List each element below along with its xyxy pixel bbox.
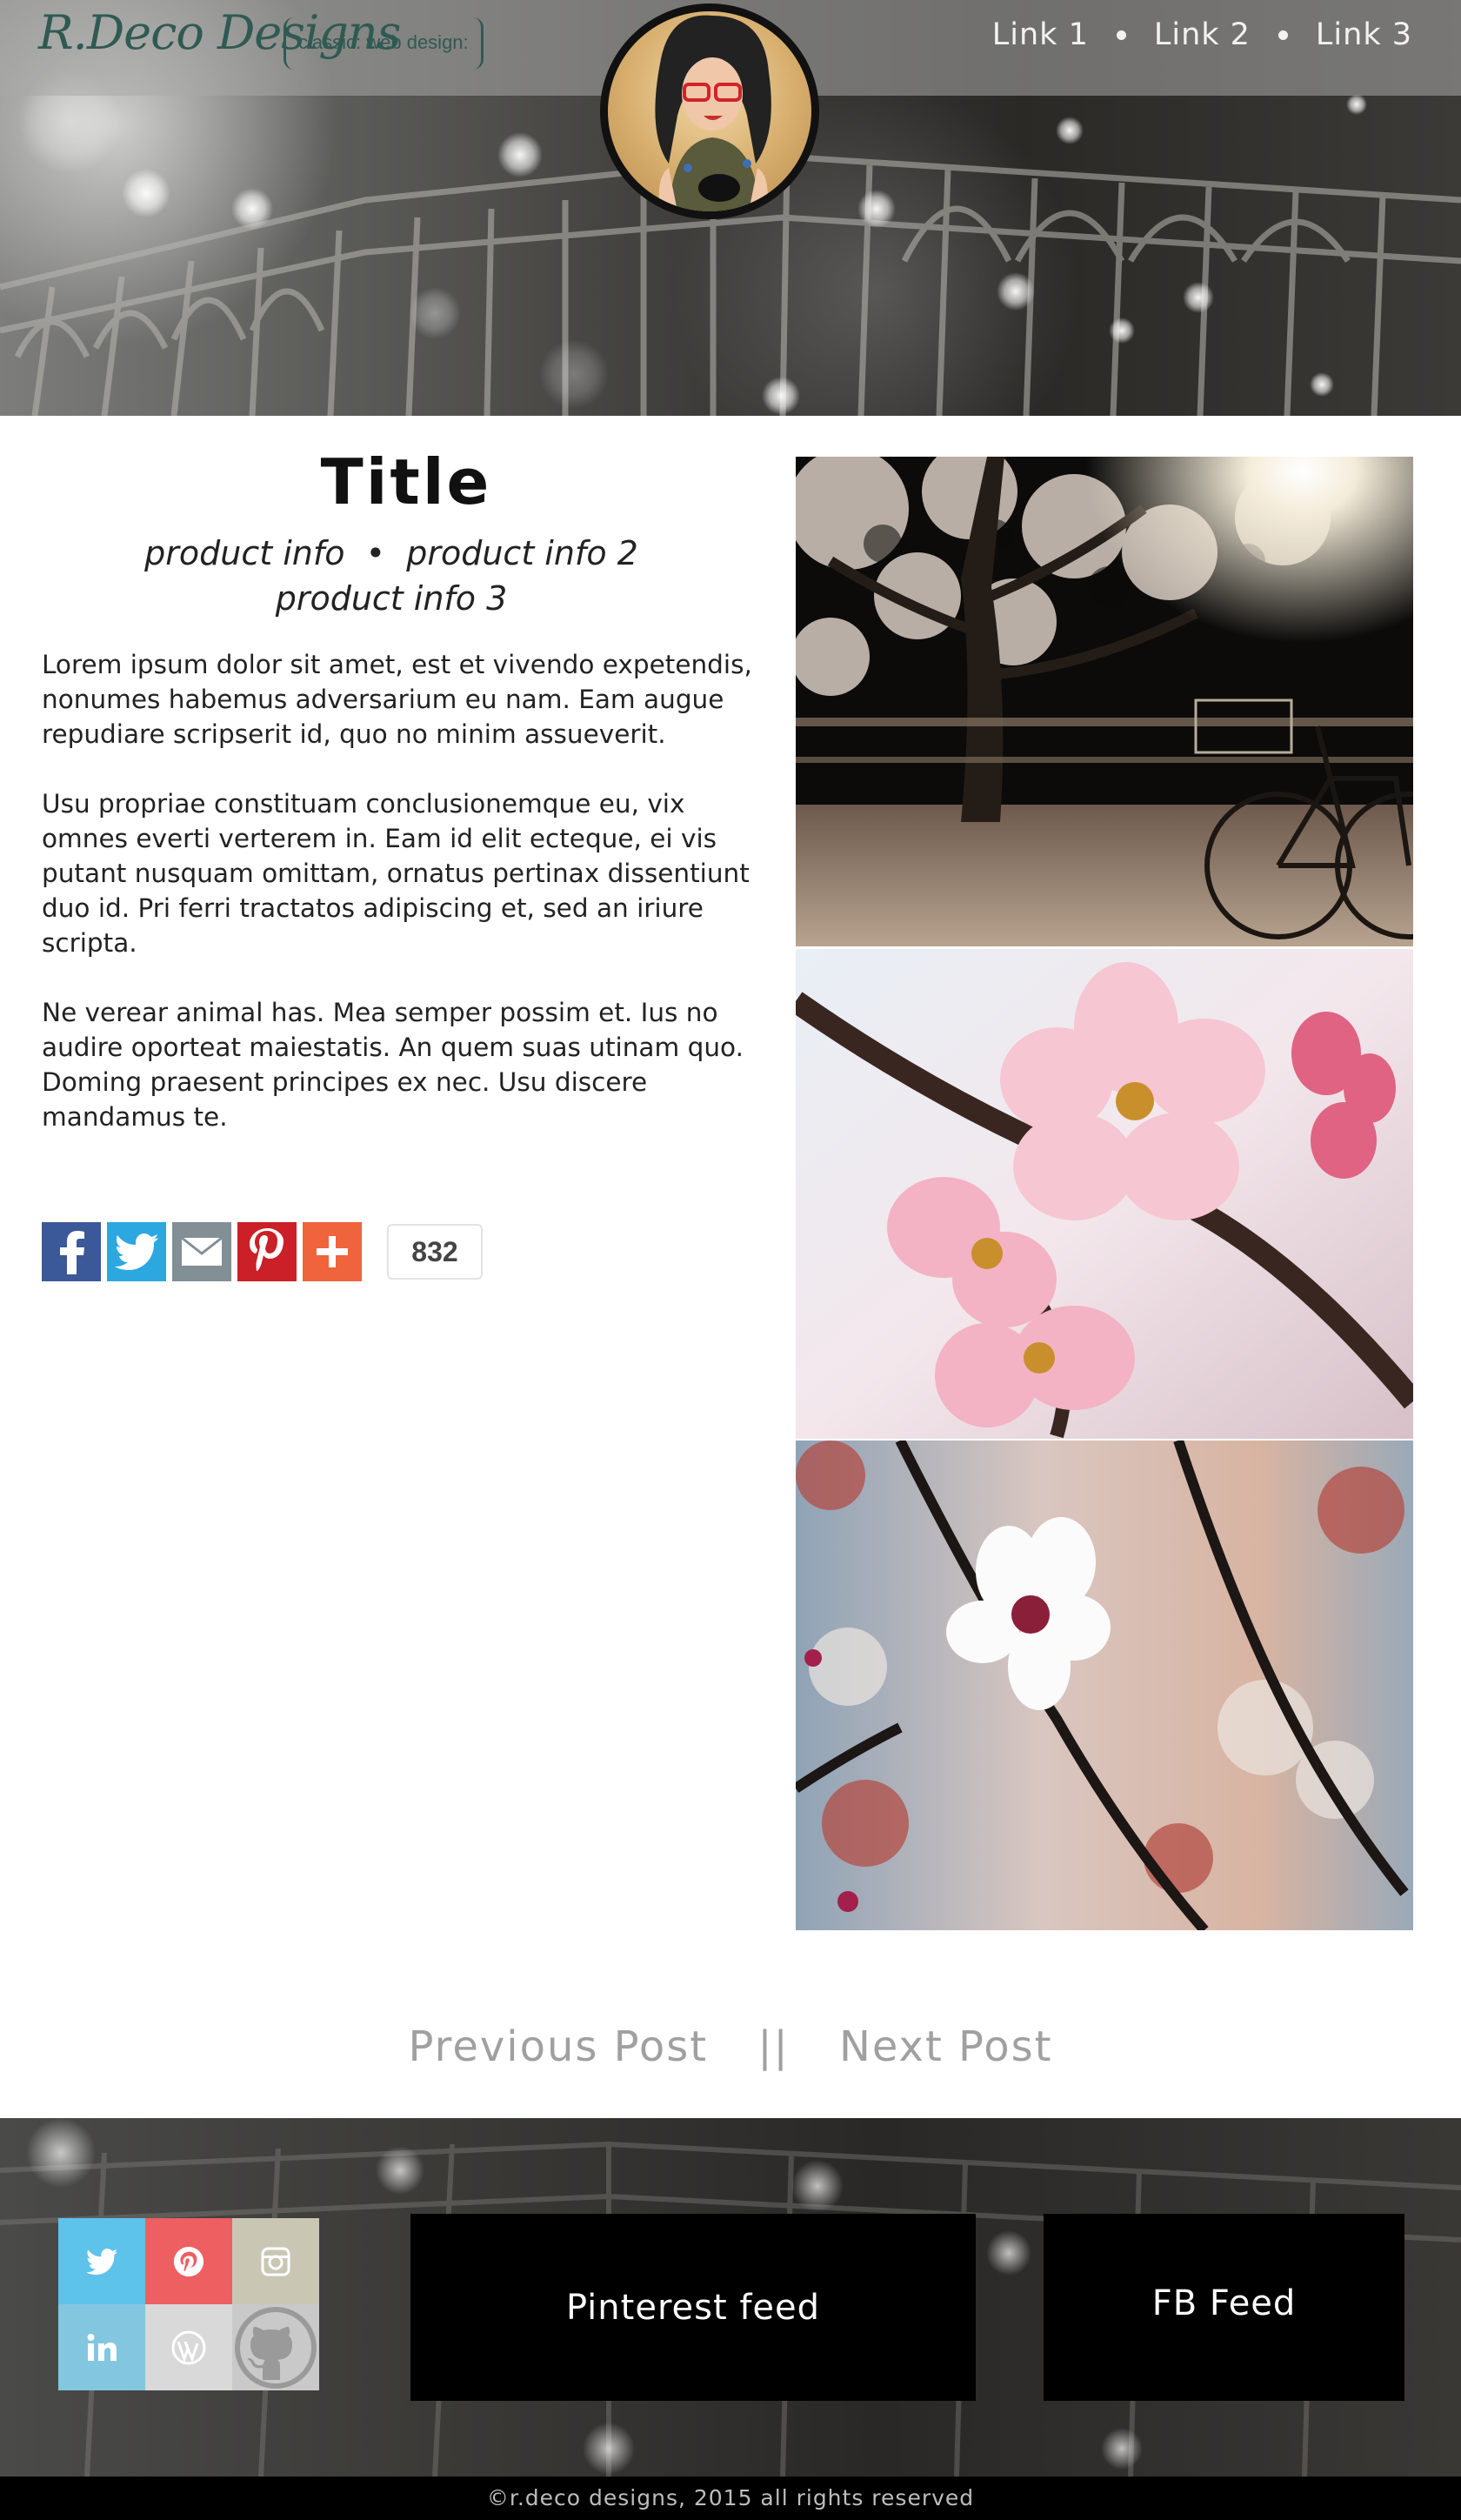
post-paragraph: Lorem ipsum dolor sit amet, est et viven…	[42, 650, 752, 749]
photo-cherry-tree-bicycle[interactable]	[796, 457, 1413, 946]
product-info-line-1: product info • product info 2	[144, 534, 638, 572]
nav-link-1[interactable]: Link 1	[992, 17, 1089, 52]
more-share-button[interactable]	[303, 1222, 362, 1281]
post-paragraph: Ne verear animal has. Mea semper possim …	[42, 998, 744, 1132]
linkedin-icon	[87, 2333, 117, 2361]
pinterest-icon	[250, 1228, 284, 1271]
avatar[interactable]	[600, 3, 819, 219]
share-count: 832	[387, 1224, 483, 1280]
twitter-link[interactable]	[58, 2218, 145, 2304]
pinterest-share-button[interactable]	[237, 1222, 297, 1281]
linkedin-link[interactable]	[58, 2304, 145, 2390]
next-post-link[interactable]: Next Post	[839, 2022, 1053, 2071]
instagram-link[interactable]	[232, 2218, 319, 2304]
wordpress-link[interactable]	[145, 2304, 232, 2390]
pink-cherry-blossom-image	[796, 949, 1413, 1439]
footer: Pinterest feed FB Feed	[0, 2118, 1461, 2477]
product-info: product info • product info 2 product in…	[0, 531, 783, 621]
avatar-illustration	[655, 15, 771, 211]
pinterest-feed[interactable]: Pinterest feed	[410, 2214, 976, 2401]
facebook-icon	[60, 1231, 84, 1274]
email-icon	[181, 1236, 223, 1266]
main-nav: Link 1 Link 2 Link 3	[992, 17, 1412, 52]
photo-white-blossom[interactable]	[796, 1440, 1413, 1930]
twitter-icon	[86, 2248, 117, 2275]
nav-separator-dot	[1116, 30, 1126, 40]
post-navigation: Previous Post || Next Post	[0, 2022, 1461, 2071]
github-link[interactable]	[232, 2304, 319, 2390]
wordpress-icon	[171, 2330, 206, 2364]
twitter-icon	[115, 1233, 158, 1270]
post-title: Title	[320, 445, 492, 518]
fb-feed[interactable]: FB Feed	[1044, 2214, 1404, 2401]
nav-link-2[interactable]: Link 2	[1154, 17, 1251, 52]
github-icon	[235, 2306, 317, 2389]
header-banner: R.Deco Designs classic: web design: Link…	[0, 0, 1461, 416]
copyright: ©r.deco designs, 2015 all rights reserve…	[0, 2477, 1461, 2520]
post-nav-separator: ||	[757, 2022, 790, 2071]
pinterest-icon	[173, 2246, 204, 2276]
social-links	[58, 2218, 319, 2390]
facebook-share-button[interactable]	[42, 1222, 101, 1281]
pinterest-link[interactable]	[145, 2218, 232, 2304]
share-bar: 832	[42, 1222, 483, 1281]
cherry-tree-bicycle-image	[796, 457, 1413, 946]
plus-icon	[317, 1236, 348, 1267]
photo-pink-cherry-blossom[interactable]	[796, 949, 1413, 1439]
post-paragraph: Usu propriae constituam conclusionemque …	[42, 789, 750, 958]
product-info-line-2: product info 3	[275, 579, 508, 618]
email-share-button[interactable]	[172, 1222, 231, 1281]
nav-link-3[interactable]: Link 3	[1316, 17, 1412, 52]
twitter-share-button[interactable]	[107, 1222, 166, 1281]
previous-post-link[interactable]: Previous Post	[409, 2022, 709, 2071]
instagram-icon	[261, 2247, 290, 2276]
nav-separator-dot	[1278, 30, 1288, 40]
site-tagline: classic: web design:	[284, 17, 484, 70]
post-body: Lorem ipsum dolor sit amet, est et viven…	[42, 647, 755, 1169]
white-blossom-image	[796, 1440, 1413, 1930]
